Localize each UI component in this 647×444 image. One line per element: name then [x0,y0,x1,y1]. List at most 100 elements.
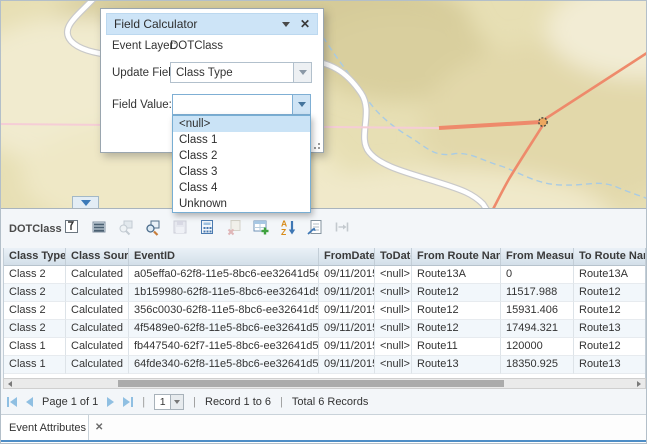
column-header-to-route-name[interactable]: To Route Name [574,248,646,265]
table-row[interactable]: Class 1 Calculated fb447540-62f7-11e5-8b… [4,338,645,356]
dropdown-option-unknown[interactable]: Unknown [173,196,310,212]
table-horizontal-scrollbar[interactable] [3,378,646,389]
sort-records-icon[interactable]: AZ [279,218,297,236]
cell-todate: <null> [375,356,412,374]
tab-event-attributes[interactable]: Event Attributes ✕ [1,415,89,440]
dropdown-option-class4[interactable]: Class 4 [173,180,310,196]
layer-name-label: DOTClass [9,223,62,235]
cell-from-route-name: Route12 [412,302,501,320]
cell-class-type: Class 2 [4,284,66,302]
cell-eventid: 356c0030-62f8-11e5-8bc6-ee32641d5ec9 [129,302,319,320]
basemap [1,1,647,208]
cell-class-type: Class 1 [4,338,66,356]
cell-todate: <null> [375,284,412,302]
total-records-label: Total 6 Records [292,396,368,408]
event-attributes-panel: DOTClass [1,208,647,444]
cell-fromdate: 09/11/2015 [319,302,375,320]
column-header-from-route-name[interactable]: From Route Name [412,248,501,265]
table-row[interactable]: Class 1 Calculated 64fde340-62f8-11e5-8b… [4,356,645,374]
column-header-todate[interactable]: ToDate [375,248,412,265]
column-header-class-type[interactable]: Class Type [4,248,66,265]
page-number-dropdown-button[interactable] [170,395,183,409]
dialog-close-icon[interactable]: ✕ [300,18,310,30]
dropdown-option-null[interactable]: <null> [173,116,310,132]
page-count-label: Page 1 of 1 [42,396,98,408]
dropdown-option-class1[interactable]: Class 1 [173,132,310,148]
cell-fromdate: 09/11/2015 [319,356,375,374]
cell-from-route-name: Route12 [412,284,501,302]
cell-to-route-name: Route12 [574,302,646,320]
cell-eventid: 1b159980-62f8-11e5-8bc6-ee32641d5ec9 [129,284,319,302]
svg-text:Z: Z [281,227,286,236]
open-attributes-icon[interactable] [306,218,324,236]
tab-close-icon[interactable]: ✕ [95,422,103,433]
chevron-down-icon [174,400,180,404]
column-header-eventid[interactable]: EventID [129,248,319,265]
dropdown-option-class3[interactable]: Class 3 [173,164,310,180]
update-field-combobox[interactable]: Class Type [170,62,312,83]
record-range-label: Record 1 to 6 [205,396,271,408]
scroll-right-arrow-icon[interactable] [633,379,645,388]
field-value-label: Field Value: [112,99,172,111]
route-junction-marker[interactable] [539,118,547,126]
table-row[interactable]: Class 2 Calculated 1b159980-62f8-11e5-8b… [4,284,645,302]
zoom-to-selected-icon[interactable] [117,218,135,236]
last-page-button[interactable] [123,397,133,407]
show-selected-records-icon[interactable] [90,218,108,236]
update-field-dropdown-button[interactable] [293,63,311,82]
cell-from-route-name: Route12 [412,320,501,338]
field-value-dropdown-button[interactable] [292,95,310,114]
select-records-icon[interactable] [63,218,81,236]
cell-to-route-name: Route12 [574,284,646,302]
next-page-button[interactable] [107,397,114,407]
cell-class-source: Calculated [66,284,129,302]
cell-class-source: Calculated [66,266,129,284]
event-editor-window: Field Calculator ✕ Event Layer: DOTClass… [0,0,647,444]
chevron-down-icon [81,200,91,206]
table-row[interactable]: Class 2 Calculated 4f5489e0-62f8-11e5-8b… [4,320,645,338]
save-icon[interactable] [171,218,189,236]
column-header-from-measure[interactable]: From Measure [501,248,574,265]
bottom-tab-bar: Event Attributes ✕ [1,414,647,444]
previous-page-button[interactable] [26,397,33,407]
pagination-bar: Page 1 of 1 | 1 | Record 1 to 6 | Total … [7,391,368,413]
cell-eventid: 64fde340-62f8-11e5-8bc6-ee32641d5ec9 [129,356,319,374]
scroll-left-arrow-icon[interactable] [4,379,16,388]
table-row[interactable]: Class 2 Calculated a05effa0-62f8-11e5-8b… [4,266,645,284]
tab-active-underline [1,440,647,442]
dialog-titlebar[interactable]: Field Calculator ✕ [106,13,318,35]
field-calculator-dialog: Field Calculator ✕ Event Layer: DOTClass… [100,8,324,153]
scrollbar-thumb[interactable] [118,380,504,387]
zoom-to-records-icon[interactable] [144,218,162,236]
dialog-resize-grip[interactable] [311,140,320,149]
field-value-combobox[interactable] [172,94,311,115]
cell-from-measure: 120000 [501,338,574,356]
cell-class-type: Class 1 [4,356,66,374]
dialog-collapse-icon[interactable] [282,22,290,27]
cell-class-source: Calculated [66,338,129,356]
dropdown-option-class2[interactable]: Class 2 [173,148,310,164]
first-page-button[interactable] [7,397,17,407]
cell-from-route-name: Route13A [412,266,501,284]
cell-from-route-name: Route13 [412,356,501,374]
separator: | [142,396,145,408]
dialog-title: Field Calculator [114,17,282,31]
cell-eventid: fb447540-62f7-11e5-8bc6-ee32641d5ec9 [129,338,319,356]
cell-from-measure: 18350.925 [501,356,574,374]
page-number-combobox[interactable]: 1 [154,394,184,410]
panel-collapse-button[interactable] [72,196,99,208]
cell-from-measure: 11517.988 [501,284,574,302]
offset-records-icon[interactable] [333,218,351,236]
cell-class-source: Calculated [66,356,129,374]
field-calculator-icon[interactable] [198,218,216,236]
cell-fromdate: 09/11/2015 [319,284,375,302]
column-header-class-source[interactable]: Class Source [66,248,129,265]
tab-label: Event Attributes [9,422,86,434]
map-canvas[interactable] [1,1,647,208]
add-records-icon[interactable] [252,218,270,236]
table-row[interactable]: Class 2 Calculated 356c0030-62f8-11e5-8b… [4,302,645,320]
delete-records-icon[interactable] [225,218,243,236]
cell-eventid: a05effa0-62f8-11e5-8bc6-ee32641d5ec9 [129,266,319,284]
column-header-fromdate[interactable]: FromDate [319,248,375,265]
separator: | [280,396,283,408]
